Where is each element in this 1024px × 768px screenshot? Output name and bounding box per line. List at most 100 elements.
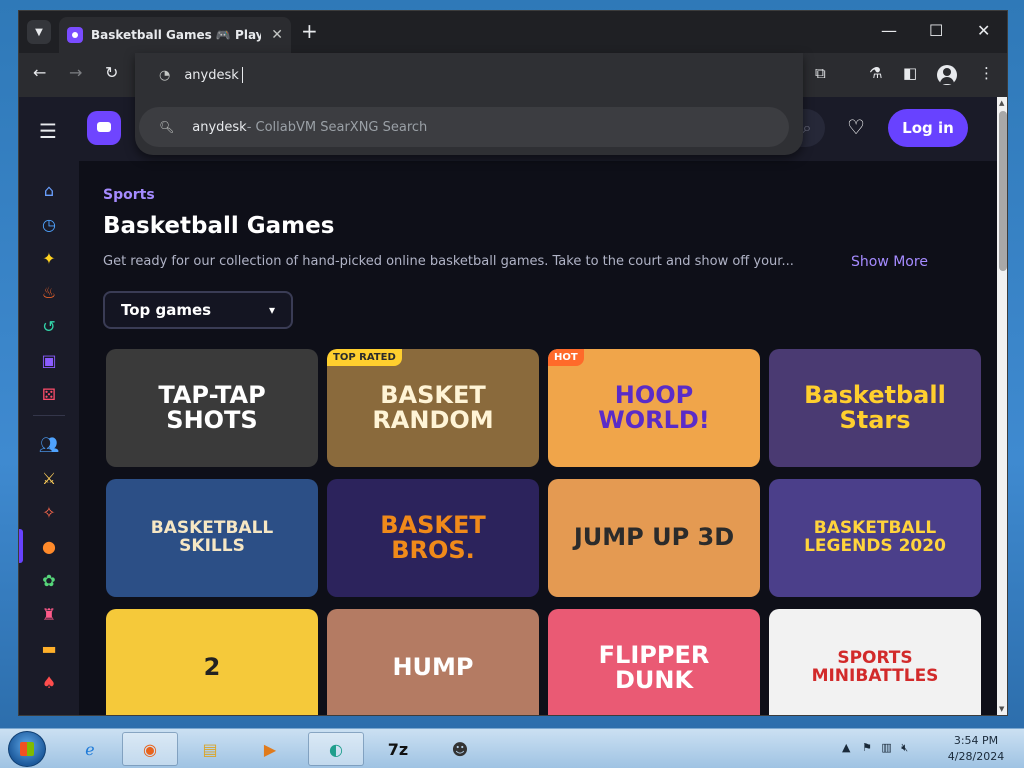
- search-icon: 🔍︎: [159, 120, 175, 134]
- card-icon[interactable]: ♠: [38, 671, 60, 693]
- action-center-flag-icon[interactable]: ⚑: [862, 741, 872, 754]
- game-card-title: BASKETBALL LEGENDS 2020: [804, 518, 946, 556]
- game-card[interactable]: HUMP: [327, 609, 539, 715]
- tab-active[interactable]: Basketball Games 🎮 Play on CrazyGames ✕: [59, 17, 291, 53]
- media-player-icon[interactable]: ▶: [242, 732, 298, 766]
- originals-icon[interactable]: ▣: [38, 349, 60, 371]
- game-card-title: BASKETBALL SKILLS: [150, 518, 274, 556]
- basketball-icon[interactable]: ●: [38, 535, 60, 557]
- game-badge: TOP RATED: [327, 349, 402, 366]
- scroll-down-arrow-icon[interactable]: ▼: [999, 705, 1004, 713]
- tab-close-icon[interactable]: ✕: [271, 27, 283, 43]
- maximize-button[interactable]: ☐: [929, 21, 943, 40]
- sort-dropdown[interactable]: Top games ▾: [103, 291, 293, 329]
- game-card-title: BASKET RANDOM: [372, 380, 494, 434]
- action-sword-icon[interactable]: ⚔: [38, 467, 60, 489]
- game-card[interactable]: BASKET RANDOM TOP RATED: [327, 349, 539, 467]
- address-bar-input[interactable]: ◔ anydesk: [135, 53, 803, 97]
- game-card[interactable]: SPORTS MINIBATTLES: [769, 609, 981, 715]
- side-panel-icon[interactable]: ◧: [903, 64, 917, 82]
- reload-icon[interactable]: ↻: [105, 63, 118, 82]
- login-button[interactable]: Log in: [888, 109, 968, 147]
- address-bar-text: anydesk: [184, 67, 239, 83]
- browser-menu-icon[interactable]: ⋮: [979, 64, 994, 82]
- clock-date: 4/28/2024: [947, 750, 1005, 763]
- beauty-flower-icon[interactable]: ✿: [38, 569, 60, 591]
- multiplayer-icon[interactable]: 👥︎: [38, 433, 60, 455]
- labs-flask-icon[interactable]: ⚗: [869, 64, 882, 82]
- category-sidebar: ⌂ ◷ ✦ ♨ ↺ ▣ ⚄ 👥︎ ⚔ ✧ ● ✿ ♜ ▬ ♠: [19, 161, 79, 715]
- tab-search-button[interactable]: ▼: [27, 20, 51, 44]
- raccoon-app-icon[interactable]: ☻: [432, 732, 488, 766]
- page-scrollbar[interactable]: ▲ ▼: [997, 97, 1007, 715]
- game-card[interactable]: BASKETBALL LEGENDS 2020: [769, 479, 981, 597]
- trending-fire-icon[interactable]: ♨: [38, 281, 60, 303]
- omnibox-page-icon: ◔: [159, 67, 171, 83]
- game-card[interactable]: Basketball Stars: [769, 349, 981, 467]
- site-favicon-icon: [67, 27, 83, 43]
- extensions-icon[interactable]: ⧉: [815, 64, 826, 82]
- recent-clock-icon[interactable]: ◷: [38, 213, 60, 235]
- game-card-title: BASKET BROS.: [380, 510, 486, 564]
- game-card-title: 2: [203, 653, 221, 682]
- new-sparkle-icon[interactable]: ✦: [38, 247, 60, 269]
- site-logo-icon[interactable]: [87, 111, 121, 145]
- internet-explorer-icon[interactable]: ℯ: [62, 732, 118, 766]
- volume-muted-icon[interactable]: 🔇︎: [901, 741, 908, 754]
- browser-taskbar-icon[interactable]: ◐: [308, 732, 364, 766]
- scroll-up-arrow-icon[interactable]: ▲: [999, 99, 1004, 107]
- updated-icon[interactable]: ↺: [38, 315, 60, 337]
- firefox-icon[interactable]: ◉: [122, 732, 178, 766]
- menu-collapse-icon[interactable]: ☰: [39, 119, 57, 143]
- game-card[interactable]: JUMP UP 3D: [548, 479, 760, 597]
- omnibox-dropdown: ◔ anydesk 🔍︎ anydesk - CollabVM SearXNG …: [135, 53, 803, 155]
- start-button[interactable]: [8, 731, 46, 767]
- breadcrumb[interactable]: Sports: [103, 187, 155, 203]
- minimize-button[interactable]: —: [881, 21, 897, 40]
- scrollbar-thumb[interactable]: [999, 111, 1007, 271]
- random-dice-icon[interactable]: ⚄: [38, 383, 60, 405]
- game-card[interactable]: HOOP WORLD! HOT: [548, 349, 760, 467]
- omnibox-suggestion[interactable]: 🔍︎ anydesk - CollabVM SearXNG Search: [139, 107, 789, 147]
- forward-arrow-icon[interactable]: →: [69, 63, 82, 82]
- new-tab-button[interactable]: +: [301, 21, 318, 41]
- profile-avatar-icon[interactable]: [937, 65, 957, 85]
- favorites-heart-icon[interactable]: ♡: [847, 115, 865, 139]
- chevron-down-icon: ▾: [268, 303, 275, 317]
- game-card-title: FLIPPER DUNK: [598, 640, 710, 694]
- sidebar-active-indicator: [19, 529, 23, 563]
- sidebar-divider: [33, 415, 65, 416]
- tab-title: Basketball Games 🎮 Play on CrazyGames: [91, 28, 261, 42]
- game-card[interactable]: BASKET BROS.: [327, 479, 539, 597]
- game-card-title: HOOP WORLD!: [598, 380, 710, 434]
- close-window-button[interactable]: ✕: [977, 21, 990, 40]
- text-caret: [241, 67, 243, 83]
- game-card[interactable]: 2: [106, 609, 318, 715]
- game-card-title: SPORTS MINIBATTLES: [811, 648, 939, 686]
- category-description: Get ready for our collection of hand-pic…: [103, 254, 794, 269]
- network-icon[interactable]: ▥: [881, 741, 891, 754]
- taskbar-clock[interactable]: 3:54 PM 4/28/2024: [940, 733, 1012, 765]
- game-card-title: TAP-TAP SHOTS: [158, 380, 266, 434]
- browser-window: ▼ Basketball Games 🎮 Play on CrazyGames …: [18, 10, 1008, 716]
- game-card-title: HUMP: [392, 653, 474, 682]
- sort-selected-value: Top games: [121, 301, 212, 319]
- bike-icon[interactable]: ♜: [38, 603, 60, 625]
- car-icon[interactable]: ▬: [38, 637, 60, 659]
- clock-time: 3:54 PM: [953, 734, 999, 747]
- suggestion-engine: - CollabVM SearXNG Search: [246, 119, 428, 135]
- show-more-link[interactable]: Show More: [851, 254, 928, 270]
- adventure-compass-icon[interactable]: ✧: [38, 501, 60, 523]
- taskbar: ℯ ◉ ▤ ▶ ◐ 7z ☻ ▲ ⚑ ▥ 🔇︎ 3:54 PM 4/28/202…: [0, 728, 1024, 768]
- game-card-title: Basketball Stars: [804, 380, 946, 434]
- game-card[interactable]: FLIPPER DUNK: [548, 609, 760, 715]
- web-page: ☰ ⌕ ♡ Log in ⌂ ◷ ✦ ♨ ↺ ▣ ⚄ 👥︎ ⚔ ✧ ● ✿ ♜ …: [19, 97, 997, 715]
- game-card[interactable]: TAP-TAP SHOTS: [106, 349, 318, 467]
- file-explorer-icon[interactable]: ▤: [182, 732, 238, 766]
- game-card[interactable]: BASKETBALL SKILLS: [106, 479, 318, 597]
- home-icon[interactable]: ⌂: [38, 179, 60, 201]
- system-tray: ▲ ⚑ ▥ 🔇︎: [842, 741, 908, 755]
- show-hidden-icons-icon[interactable]: ▲: [842, 741, 850, 754]
- seven-zip-icon[interactable]: 7z: [370, 732, 426, 766]
- back-arrow-icon[interactable]: ←: [33, 63, 46, 82]
